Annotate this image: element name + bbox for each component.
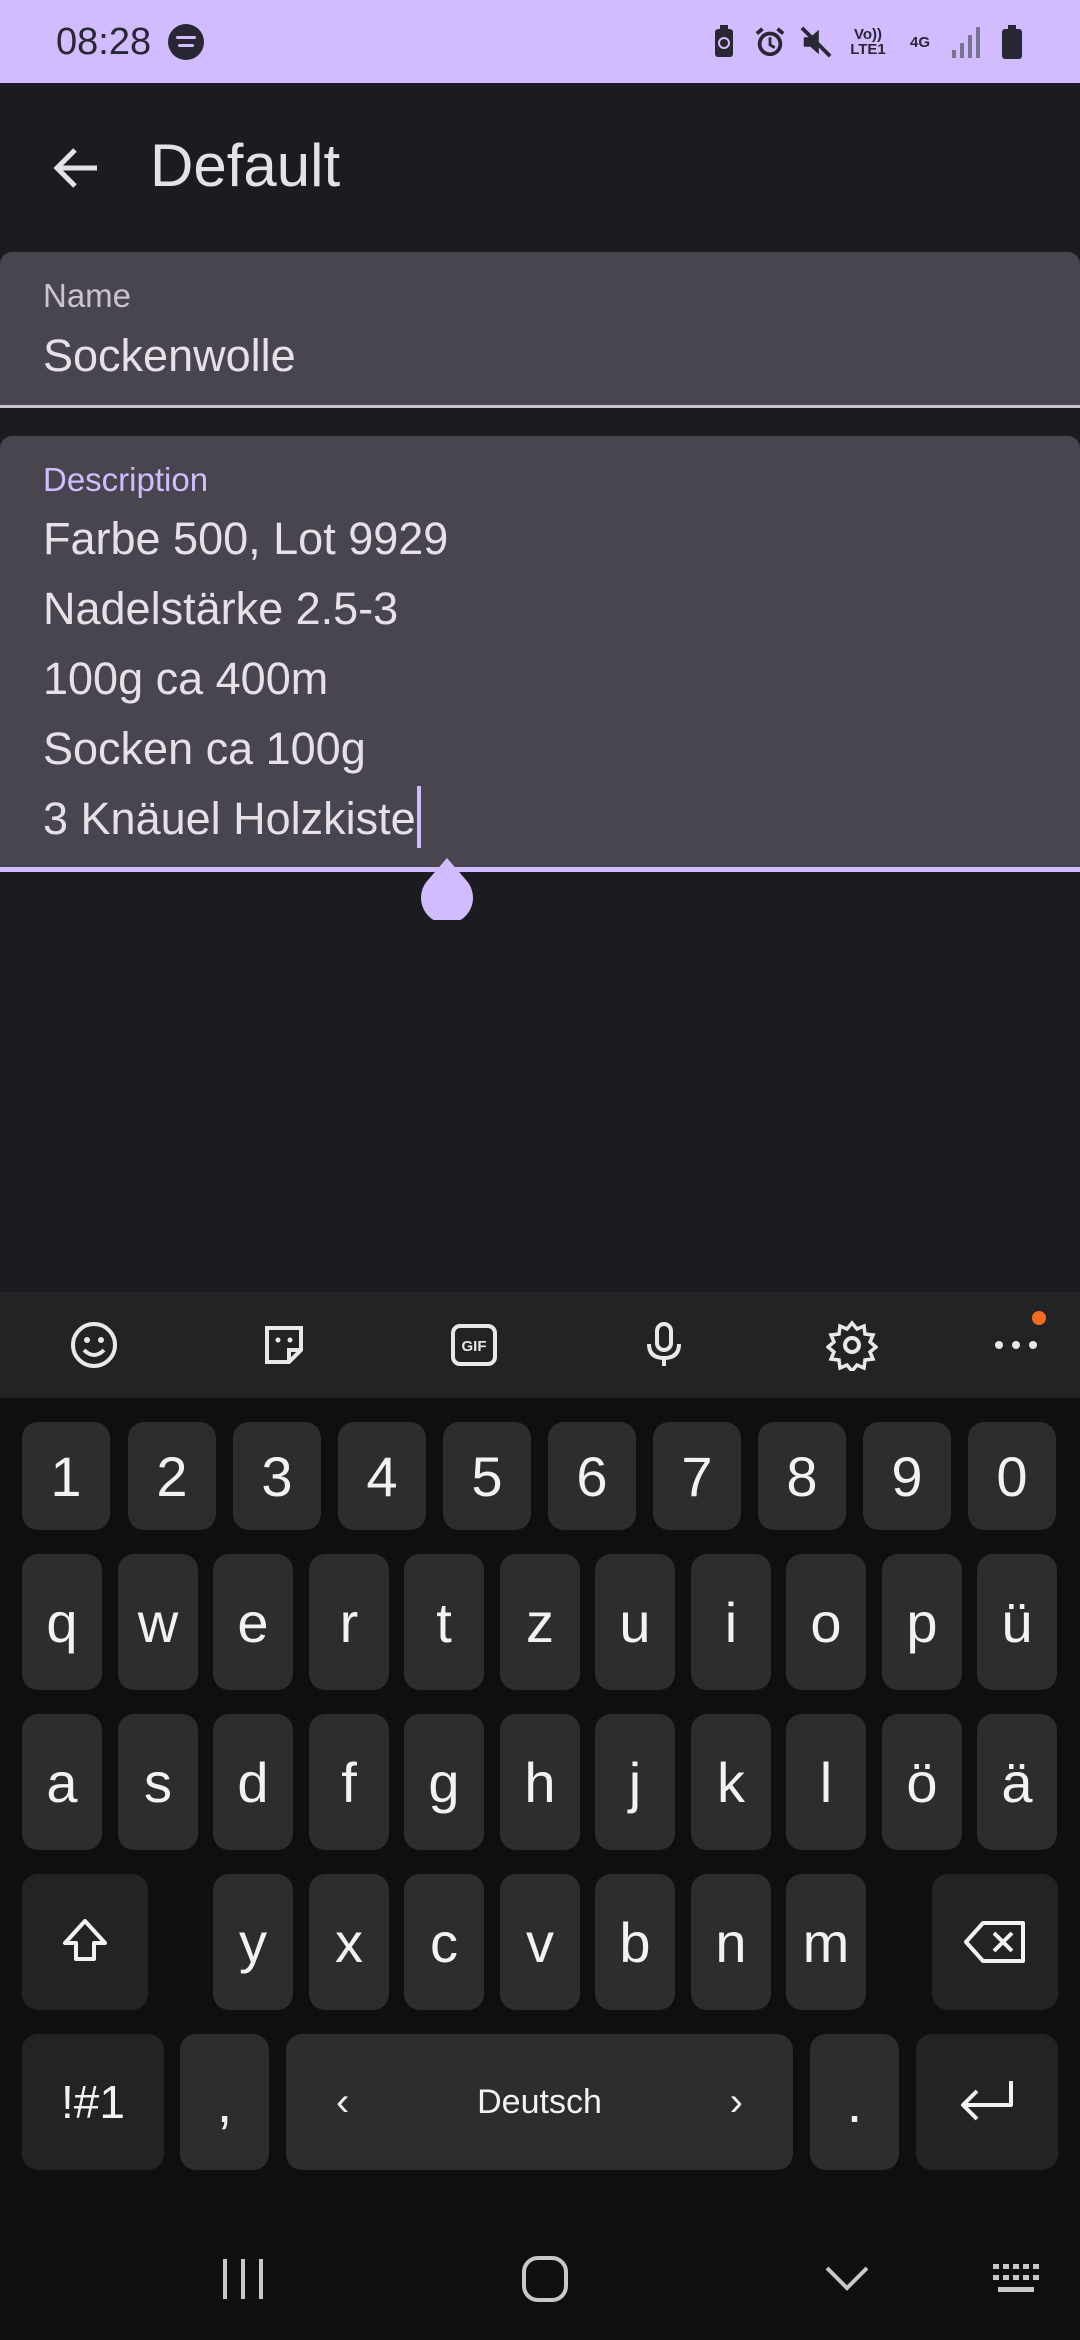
home-icon[interactable] (510, 2244, 580, 2314)
more-icon[interactable] (986, 1311, 1046, 1375)
key-ae[interactable]: ä (977, 1714, 1057, 1850)
cursor-handle[interactable] (420, 858, 474, 924)
key-i[interactable]: i (691, 1554, 771, 1690)
system-nav-bar (0, 2214, 1080, 2340)
arrow-back-icon[interactable] (40, 133, 110, 203)
key-l[interactable]: l (786, 1714, 866, 1850)
emoji-icon[interactable] (64, 1315, 124, 1375)
space-right-arrow: › (729, 2079, 743, 2124)
key-p[interactable]: p (882, 1554, 962, 1690)
key-h[interactable]: h (500, 1714, 580, 1850)
space-left-arrow: ‹ (336, 2079, 350, 2124)
key-8[interactable]: 8 (758, 1422, 846, 1530)
key-y[interactable]: y (213, 1874, 293, 2010)
key-w[interactable]: w (118, 1554, 198, 1690)
backspace-key[interactable] (932, 1874, 1058, 2010)
comma-key[interactable]: , (180, 2034, 269, 2170)
key-s[interactable]: s (118, 1714, 198, 1850)
key-m[interactable]: m (786, 1874, 866, 2010)
key-0[interactable]: 0 (968, 1422, 1056, 1530)
description-line: Farbe 500, Lot 9929 (43, 513, 449, 564)
alarm-icon (754, 24, 786, 60)
key-v[interactable]: v (500, 1874, 580, 2010)
status-bar: 08:28 Vo)) LTE1 4G (0, 0, 1080, 83)
backspace-icon (964, 1921, 1025, 1963)
period-key[interactable]: . (810, 2034, 899, 2170)
key-oe[interactable]: ö (882, 1714, 962, 1850)
key-x[interactable]: x (309, 1874, 389, 2010)
gif-label: GIF (462, 1338, 487, 1355)
page-title: Default (150, 132, 341, 199)
signal-icon (950, 24, 982, 60)
key-b[interactable]: b (595, 1874, 675, 2010)
description-line: 100g ca 400m (43, 653, 329, 704)
description-line: Nadelstärke 2.5-3 (43, 583, 399, 634)
key-1[interactable]: 1 (22, 1422, 110, 1530)
key-d[interactable]: d (213, 1714, 293, 1850)
key-4[interactable]: 4 (338, 1422, 426, 1530)
description-line: 3 Knäuel Holzkiste (43, 793, 416, 844)
key-q[interactable]: q (22, 1554, 102, 1690)
key-o[interactable]: o (786, 1554, 866, 1690)
key-6[interactable]: 6 (548, 1422, 636, 1530)
battery-icon (996, 24, 1028, 60)
name-field[interactable]: Name Sockenwolle (0, 252, 1080, 408)
status-icons: Vo)) LTE1 4G (708, 22, 1028, 62)
sticker-icon[interactable] (254, 1315, 314, 1375)
gif-icon[interactable]: GIF (444, 1315, 504, 1375)
enter-key[interactable] (916, 2034, 1058, 2170)
description-text: Farbe 500, Lot 9929 Nadelstärke 2.5-3 10… (43, 504, 448, 854)
app-bar: Default (0, 83, 1080, 251)
key-r[interactable]: r (309, 1554, 389, 1690)
description-last-line: 3 Knäuel Holzkiste (43, 784, 448, 854)
spotify-icon (168, 24, 204, 60)
description-label: Description (43, 461, 209, 498)
key-a[interactable]: a (22, 1714, 102, 1850)
key-7[interactable]: 7 (653, 1422, 741, 1530)
keyboard-switch-icon[interactable] (984, 2244, 1054, 2314)
key-k[interactable]: k (691, 1714, 771, 1850)
key-z[interactable]: z (500, 1554, 580, 1690)
back-down-icon[interactable] (812, 2244, 882, 2314)
name-label: Name (43, 277, 132, 314)
key-5[interactable]: 5 (443, 1422, 531, 1530)
key-c[interactable]: c (404, 1874, 484, 2010)
key-ue[interactable]: ü (977, 1554, 1057, 1690)
name-value: Sockenwolle (43, 330, 296, 381)
space-label: Deutsch (477, 2082, 602, 2121)
description-line: Socken ca 100g (43, 723, 366, 774)
recents-icon[interactable] (208, 2244, 278, 2314)
enter-icon (961, 2081, 1013, 2121)
4g-icon: 4G (909, 33, 930, 51)
key-j[interactable]: j (595, 1714, 675, 1850)
key-f[interactable]: f (309, 1714, 389, 1850)
key-n[interactable]: n (691, 1874, 771, 2010)
description-field[interactable]: Description Farbe 500, Lot 9929 Nadelstä… (0, 436, 1080, 872)
settings-icon[interactable] (822, 1315, 882, 1375)
symbols-key[interactable]: !#1 (22, 2034, 164, 2170)
key-2[interactable]: 2 (128, 1422, 216, 1530)
text-cursor (416, 786, 421, 848)
shift-icon (63, 1919, 107, 1961)
key-t[interactable]: t (404, 1554, 484, 1690)
space-key[interactable]: ‹ Deutsch › (286, 2034, 793, 2170)
key-g[interactable]: g (404, 1714, 484, 1850)
key-u[interactable]: u (595, 1554, 675, 1690)
keyboard-toolbar: GIF (0, 1292, 1080, 1398)
mute-icon (800, 24, 832, 60)
mic-icon[interactable] (634, 1315, 694, 1375)
key-9[interactable]: 9 (863, 1422, 951, 1530)
volte-icon: Vo)) LTE1 (850, 26, 886, 58)
key-3[interactable]: 3 (233, 1422, 321, 1530)
notification-dot (1032, 1311, 1046, 1325)
keyboard: GIF 1 2 3 4 5 6 7 8 9 0 q w e r t z u i … (0, 1292, 1080, 2340)
battery-saver-icon (708, 24, 740, 60)
key-e[interactable]: e (213, 1554, 293, 1690)
status-time: 08:28 (56, 21, 152, 63)
shift-key[interactable] (22, 1874, 148, 2010)
